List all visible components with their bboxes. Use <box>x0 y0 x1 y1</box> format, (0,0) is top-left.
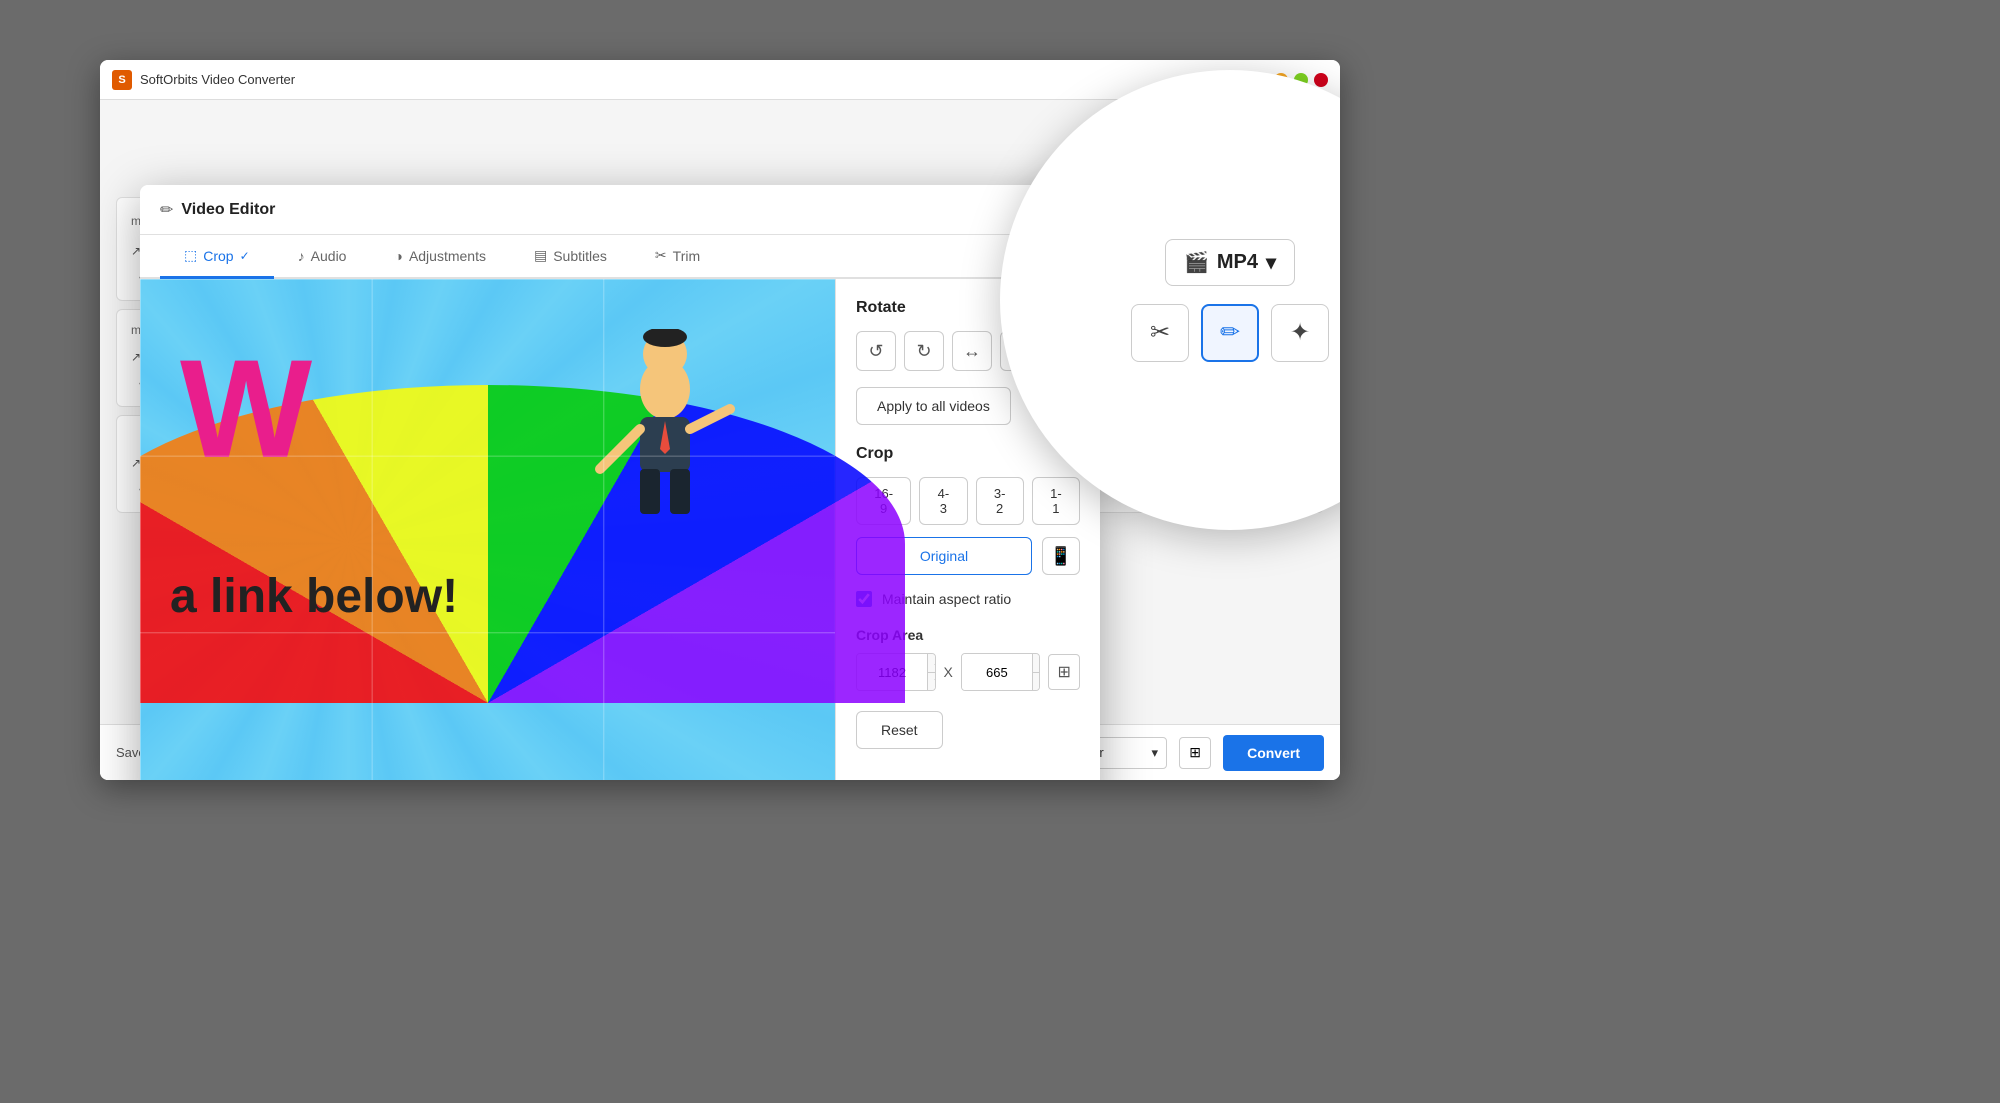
height-spinner: ▲ ▼ <box>1032 654 1041 690</box>
app-icon: S <box>112 70 132 90</box>
dropdown-chevron: ▾ <box>1152 745 1159 761</box>
grid-view-button[interactable]: ⊞ <box>1179 737 1211 769</box>
tab-audio[interactable]: ♪ Audio <box>274 235 371 279</box>
width-up-button[interactable]: ▲ <box>928 654 936 673</box>
close-button[interactable] <box>1314 73 1328 87</box>
crop-tab-check: ✓ <box>240 249 250 263</box>
adjustments-tab-label: Adjustments <box>409 248 486 264</box>
crop-x-separator: X <box>944 664 953 680</box>
width-spinner: ▲ ▼ <box>927 654 936 690</box>
character-figure <box>595 329 735 529</box>
height-down-button[interactable]: ▼ <box>1033 673 1041 691</box>
zoom-edit-button[interactable]: ✏ <box>1201 304 1259 362</box>
rotate-left-button[interactable]: ↺ <box>856 331 896 371</box>
flip-horizontal-button[interactable]: ↔ <box>952 331 992 371</box>
subtitles-tab-icon: ▤ <box>534 247 547 264</box>
tab-trim[interactable]: ✂ Trim <box>631 235 724 279</box>
tab-subtitles[interactable]: ▤ Subtitles <box>510 235 631 279</box>
rotate-right-button[interactable]: ↻ <box>904 331 944 371</box>
apply-all-button[interactable]: Apply to all videos <box>856 387 1011 425</box>
zoom-format-label: MP4 <box>1217 251 1258 274</box>
tab-adjustments[interactable]: ◑ Adjustments <box>370 235 510 279</box>
app-content: Register ⚙ SC 🎬 MP4 ▾ ✂ ✏ ✦ mp4 <box>100 100 1340 780</box>
tab-crop[interactable]: ⬚ Crop ✓ <box>160 235 274 279</box>
audio-tab-label: Audio <box>311 248 347 264</box>
trim-tab-icon: ✂ <box>655 247 667 264</box>
crop-tab-label: Crop <box>203 248 233 264</box>
zoom-magic-button[interactable]: ✦ <box>1271 304 1329 362</box>
dialog-header: ✏ Video Editor × <box>140 185 1100 235</box>
app-window: S SoftOrbits Video Converter Register ⚙ … <box>100 60 1340 780</box>
dialog-body: W a link below! <box>140 279 1100 780</box>
editor-icon: ✏ <box>160 200 173 220</box>
convert-button[interactable]: Convert <box>1223 735 1324 771</box>
crop-section-title: Crop <box>856 445 1080 463</box>
crop-grid-button[interactable]: ⊞ <box>1048 654 1080 690</box>
zoom-format-selector[interactable]: 🎬 MP4 ▾ <box>1165 239 1295 286</box>
zoom-cut-button[interactable]: ✂ <box>1131 304 1189 362</box>
trim-tab-label: Trim <box>673 248 700 264</box>
subtitles-tab-label: Subtitles <box>553 248 607 264</box>
height-up-button[interactable]: ▲ <box>1033 654 1041 673</box>
preview-text: a link below! <box>170 569 458 624</box>
reset-button[interactable]: Reset <box>856 711 943 749</box>
tab-bar: ⬚ Crop ✓ ♪ Audio ◑ Adjustments ▤ Subtitl… <box>140 235 1100 279</box>
crop-tab-icon: ⬚ <box>184 247 197 264</box>
video-editor-dialog: ✏ Video Editor × ⬚ Crop ✓ ♪ Audio ◑ Adju… <box>140 185 1100 780</box>
width-down-button[interactable]: ▼ <box>928 673 936 691</box>
preview-background: W a link below! <box>140 279 835 780</box>
ratio-3-2-button[interactable]: 3-2 <box>976 477 1024 525</box>
video-preview-area: W a link below! <box>140 279 835 780</box>
crop-height-input-group: ▲ ▼ <box>961 653 1041 691</box>
crop-height-input[interactable] <box>962 654 1032 690</box>
adjustments-tab-icon: ◑ <box>394 248 402 264</box>
zoom-toolbar: ✂ ✏ ✦ <box>1131 304 1329 362</box>
dialog-title: Video Editor <box>181 201 1052 219</box>
audio-tab-icon: ♪ <box>298 248 305 264</box>
ratio-1-1-button[interactable]: 1-1 <box>1032 477 1080 525</box>
app-title: SoftOrbits Video Converter <box>140 72 1274 87</box>
zoom-dropdown-arrow: ▾ <box>1266 250 1276 275</box>
ratio-4-3-button[interactable]: 4-3 <box>919 477 967 525</box>
phone-orientation-button[interactable]: 📱 <box>1042 537 1080 575</box>
zoom-film-icon: 🎬 <box>1184 250 1209 275</box>
preview-letter-w: W <box>180 339 312 479</box>
